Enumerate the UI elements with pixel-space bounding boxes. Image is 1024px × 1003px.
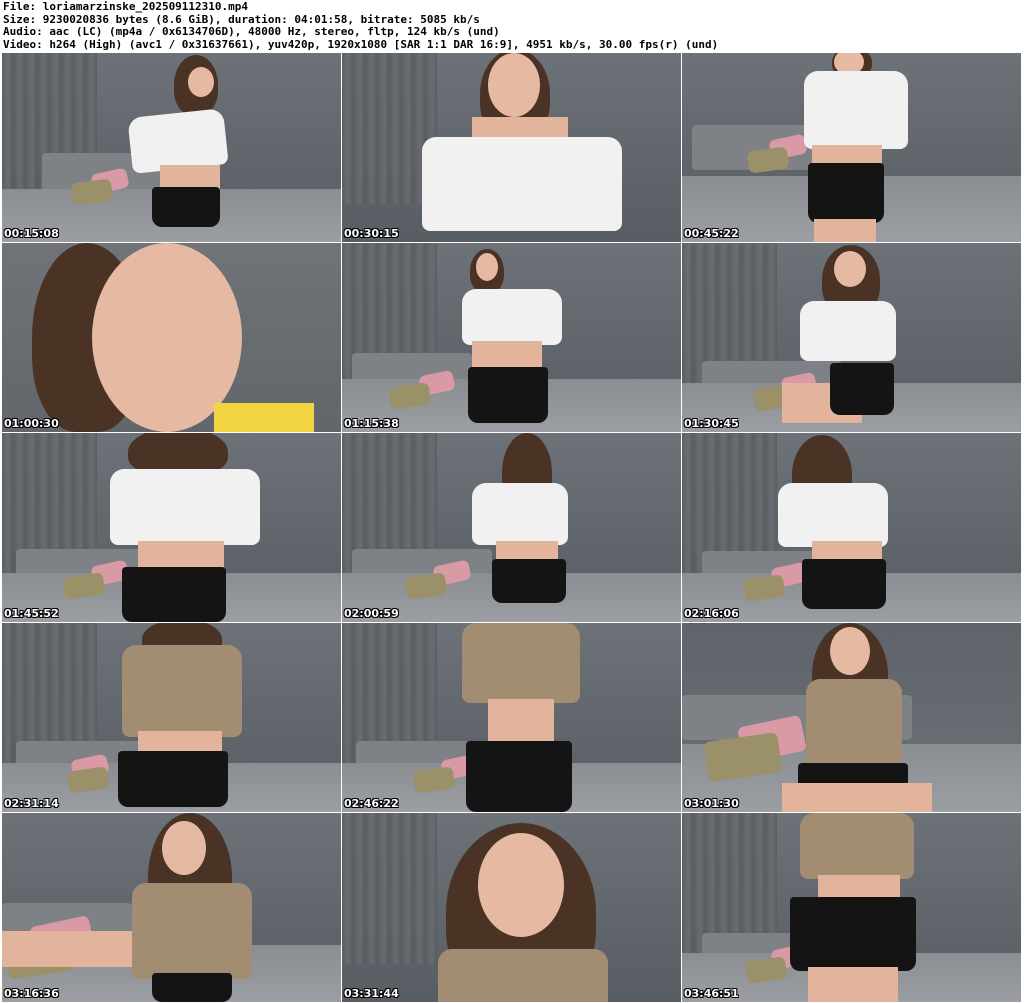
thumbnail-image	[342, 813, 681, 1002]
timestamp-label: 00:45:22	[684, 227, 739, 240]
file-info-header: File: loriamarzinske_202509112310.mp4 Si…	[3, 1, 1021, 51]
thumbnail-image	[682, 623, 1021, 812]
thumbnail-image	[2, 623, 341, 812]
thumbnail[interactable]: 01:15:38	[342, 243, 681, 432]
file-size-line: Size: 9230020836 bytes (8.6 GiB), durati…	[3, 13, 480, 26]
timestamp-label: 01:30:45	[684, 417, 739, 430]
thumbnail-image	[2, 433, 341, 622]
thumbnail-image	[2, 813, 341, 1002]
timestamp-label: 02:00:59	[344, 607, 399, 620]
file-name-line: File: loriamarzinske_202509112310.mp4	[3, 1, 249, 13]
thumbnail-image	[682, 53, 1021, 242]
thumbnail[interactable]: 00:15:08	[2, 53, 341, 242]
thumbnail[interactable]: 00:30:15	[342, 53, 681, 242]
timestamp-label: 00:30:15	[344, 227, 399, 240]
thumbnail[interactable]: 02:31:14	[2, 623, 341, 812]
timestamp-label: 02:31:14	[4, 797, 59, 810]
thumbnail[interactable]: 01:00:30	[2, 243, 341, 432]
thumbnail-image	[342, 53, 681, 242]
thumbnail[interactable]: 00:45:22	[682, 53, 1021, 242]
thumbnail[interactable]: 02:46:22	[342, 623, 681, 812]
timestamp-label: 01:00:30	[4, 417, 59, 430]
thumbnail-image	[682, 243, 1021, 432]
thumbnail-image	[2, 243, 341, 432]
thumbnail[interactable]: 03:01:30	[682, 623, 1021, 812]
thumbnail-image	[682, 813, 1021, 1002]
timestamp-label: 03:01:30	[684, 797, 739, 810]
thumbnail-image	[342, 623, 681, 812]
thumbnail-image	[682, 433, 1021, 622]
timestamp-label: 02:16:06	[684, 607, 739, 620]
thumbnail[interactable]: 01:45:52	[2, 433, 341, 622]
thumbnail[interactable]: 01:30:45	[682, 243, 1021, 432]
thumbnail[interactable]: 02:00:59	[342, 433, 681, 622]
audio-info-line: Audio: aac (LC) (mp4a / 0x6134706D), 480…	[3, 26, 500, 38]
thumbnail-image	[342, 243, 681, 432]
thumbnail-image	[342, 433, 681, 622]
thumbnail[interactable]: 02:16:06	[682, 433, 1021, 622]
thumbnail[interactable]: 03:31:44	[342, 813, 681, 1002]
timestamp-label: 03:16:36	[4, 987, 59, 1000]
timestamp-label: 02:46:22	[344, 797, 399, 810]
timestamp-label: 01:45:52	[4, 607, 59, 620]
thumbnail[interactable]: 03:46:51	[682, 813, 1021, 1002]
timestamp-label: 01:15:38	[344, 417, 399, 430]
timestamp-label: 03:46:51	[684, 987, 739, 1000]
thumbnail[interactable]: 03:16:36	[2, 813, 341, 1002]
video-info-line: Video: h264 (High) (avc1 / 0x31637661), …	[3, 38, 719, 51]
timestamp-label: 00:15:08	[4, 227, 59, 240]
thumbnail-grid: 00:15:08 00:30:15 00:45:22 01:00:30 01:1…	[2, 53, 1022, 1003]
thumbnail-image	[2, 53, 341, 242]
timestamp-label: 03:31:44	[344, 987, 399, 1000]
